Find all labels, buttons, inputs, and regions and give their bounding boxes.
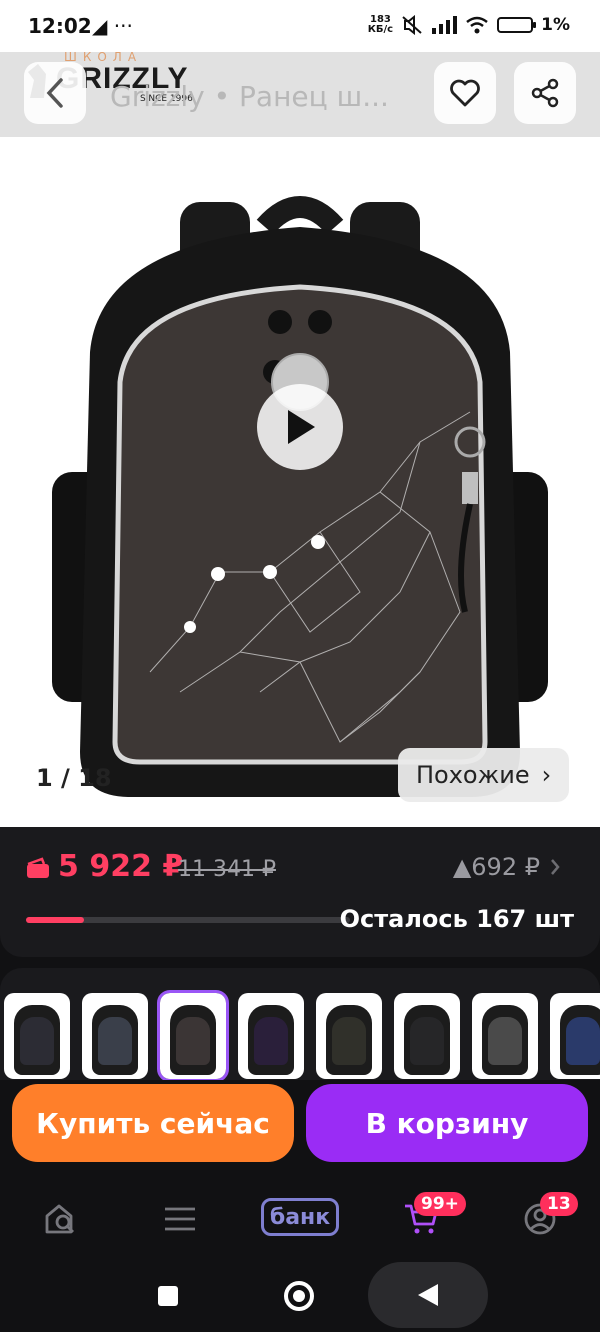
share-icon bbox=[531, 78, 559, 108]
favorite-button[interactable] bbox=[434, 62, 496, 124]
status-right: 183 КБ/с 1% bbox=[368, 15, 570, 35]
current-price: 5 922 ₽ bbox=[58, 849, 184, 884]
variant-strip bbox=[0, 968, 600, 1080]
nav-bank[interactable]: банк bbox=[261, 1198, 339, 1236]
menu-icon bbox=[165, 1207, 195, 1231]
triangle-back-icon bbox=[418, 1284, 438, 1306]
variant-thumb-bird[interactable] bbox=[394, 993, 460, 1079]
battery-icon bbox=[497, 17, 537, 33]
similar-button[interactable]: Похожие › bbox=[398, 748, 570, 802]
buy-now-button[interactable]: Купить сейчас bbox=[12, 1084, 294, 1162]
variant-thumb-dragon-purple[interactable] bbox=[238, 993, 304, 1079]
variant-shell-image bbox=[176, 1017, 210, 1065]
bottom-nav: банк 99+ 13 bbox=[0, 1176, 600, 1258]
share-button[interactable] bbox=[514, 62, 576, 124]
home-button[interactable] bbox=[284, 1281, 314, 1311]
telegram-icon: ◢ ··· bbox=[92, 14, 133, 38]
heart-icon bbox=[450, 79, 480, 107]
similar-label: Похожие bbox=[416, 761, 530, 789]
variant-shell-image bbox=[332, 1017, 366, 1065]
variant-thumb-monsters[interactable] bbox=[550, 993, 600, 1079]
recents-button[interactable] bbox=[158, 1286, 178, 1306]
gallery-counter: 1 / 18 bbox=[36, 764, 112, 792]
chevron-right-icon: › bbox=[541, 761, 552, 789]
action-bar: Купить сейчас В корзину bbox=[0, 1080, 600, 1176]
variant-shell-image bbox=[98, 1017, 132, 1065]
variant-shell-image bbox=[488, 1017, 522, 1065]
chevron-left-icon bbox=[46, 78, 63, 108]
battery-level: 1% bbox=[541, 15, 570, 35]
product-gallery[interactable]: ШКОЛА GRIZZLY SINCE 1996 Grizzly • Ранец… bbox=[0, 52, 600, 827]
variant-thumb-graffiti[interactable] bbox=[472, 993, 538, 1079]
page-title: Grizzly • Ранец ш... bbox=[110, 80, 389, 113]
variant-shell-image bbox=[20, 1017, 54, 1065]
add-to-cart-button[interactable]: В корзину bbox=[306, 1084, 588, 1162]
variant-shell-image bbox=[566, 1017, 600, 1065]
play-icon bbox=[288, 410, 315, 444]
status-time: 12:02 bbox=[28, 14, 92, 38]
variant-thumb-constellation[interactable] bbox=[157, 990, 229, 1080]
network-speed: 183 КБ/с bbox=[367, 14, 394, 35]
price-card: 5 922 ₽ 11 341 ₽ ▲692 ₽ Осталось 167 шт bbox=[0, 827, 600, 957]
price-history-link[interactable]: ▲692 ₽ bbox=[453, 853, 560, 881]
stock-progress-fill bbox=[26, 917, 85, 923]
play-video-button[interactable] bbox=[257, 384, 343, 470]
profile-badge: 13 bbox=[540, 1192, 578, 1216]
price-diff-value: ▲692 ₽ bbox=[452, 853, 540, 881]
wifi-icon bbox=[466, 16, 488, 34]
old-price: 11 341 ₽ bbox=[178, 857, 276, 882]
chevron-right-icon bbox=[551, 859, 560, 875]
variant-thumb-dragon-yellow[interactable] bbox=[316, 993, 382, 1079]
back-button[interactable] bbox=[24, 62, 86, 124]
variant-shell-image bbox=[254, 1017, 288, 1065]
status-bar: 12:02 ◢ ··· 183 КБ/с 1% bbox=[0, 0, 600, 52]
cart-badge: 99+ bbox=[414, 1192, 466, 1216]
variant-thumb-astronaut[interactable] bbox=[4, 993, 70, 1079]
nav-catalog[interactable] bbox=[155, 1194, 205, 1244]
muted-icon bbox=[402, 15, 422, 35]
stock-progress bbox=[26, 917, 350, 923]
signal-icon bbox=[432, 16, 458, 34]
variant-thumb-air-force[interactable] bbox=[82, 993, 148, 1079]
stock-remaining: Осталось 167 шт bbox=[339, 905, 574, 933]
nav-home[interactable] bbox=[36, 1194, 86, 1244]
system-nav bbox=[0, 1258, 600, 1332]
variant-shell-image bbox=[410, 1017, 444, 1065]
back-system-button[interactable] bbox=[368, 1262, 488, 1328]
wallet-icon bbox=[27, 857, 49, 878]
home-search-icon bbox=[45, 1204, 74, 1234]
